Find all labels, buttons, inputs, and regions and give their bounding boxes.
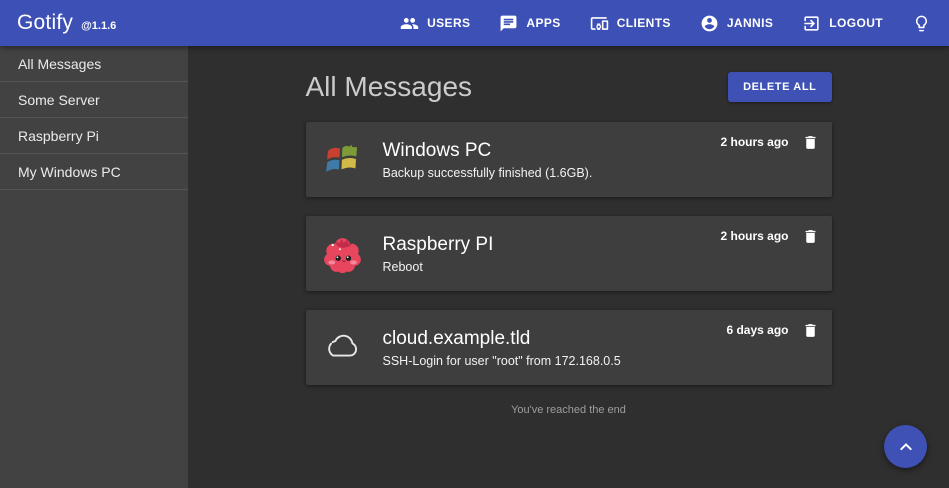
end-of-list-text: You've reached the end [306, 404, 832, 416]
nav-item-label: LOGOUT [829, 16, 883, 30]
sidebar-item-my-windows-pc[interactable]: My Windows PC [0, 154, 188, 190]
message-body: SSH-Login for user "root" from 172.168.0… [383, 354, 621, 368]
sidebar-item-label: Some Server [18, 92, 100, 108]
sidebar: All Messages Some Server Raspberry Pi My… [0, 46, 188, 488]
account-circle-icon [700, 14, 719, 33]
cloud-icon [322, 327, 363, 368]
delete-all-button[interactable]: DELETE ALL [728, 72, 831, 102]
scroll-to-top-button[interactable] [884, 425, 927, 468]
message-meta: 6 days ago [726, 321, 818, 340]
navbar: Gotify @1.1.6 USERS APPS CLIENTS JANNIS [0, 0, 949, 46]
users-icon [400, 14, 419, 33]
raspberry-icon [322, 233, 363, 274]
nav-item-label: APPS [526, 16, 560, 30]
brand: Gotify @1.1.6 [17, 11, 116, 35]
message-text: cloud.example.tld SSH-Login for user "ro… [383, 328, 621, 368]
nav-item-user-jannis[interactable]: JANNIS [700, 14, 773, 33]
lightbulb-icon [912, 14, 931, 33]
message-text: Raspberry PI Reboot [383, 234, 494, 274]
message-body: Reboot [383, 260, 494, 274]
nav-item-label: CLIENTS [617, 16, 671, 30]
message-title: Windows PC [383, 140, 593, 162]
delete-message-button[interactable] [802, 321, 819, 340]
message-time: 6 days ago [726, 323, 788, 337]
sidebar-item-label: Raspberry Pi [18, 128, 99, 144]
message-card: cloud.example.tld SSH-Login for user "ro… [306, 310, 832, 385]
message-body: Backup successfully finished (1.6GB). [383, 166, 593, 180]
delete-message-button[interactable] [802, 227, 819, 246]
trash-icon [802, 227, 819, 246]
content-header: All Messages DELETE ALL [306, 71, 832, 103]
devices-icon [590, 14, 609, 33]
message-title: Raspberry PI [383, 234, 494, 256]
message-meta: 2 hours ago [720, 133, 818, 152]
nav-item-logout[interactable]: LOGOUT [802, 14, 883, 33]
chevron-up-icon [894, 435, 918, 459]
trash-icon [802, 133, 819, 152]
main-content: All Messages DELETE ALL Win [188, 46, 949, 488]
trash-icon [802, 321, 819, 340]
sidebar-item-some-server[interactable]: Some Server [0, 82, 188, 118]
message-card: Windows PC Backup successfully finished … [306, 122, 832, 197]
message-title: cloud.example.tld [383, 328, 621, 350]
sidebar-item-label: My Windows PC [18, 164, 121, 180]
page-title: All Messages [306, 71, 473, 103]
sidebar-item-all-messages[interactable]: All Messages [0, 46, 188, 82]
windows-icon [322, 139, 363, 180]
sidebar-item-raspberry-pi[interactable]: Raspberry Pi [0, 118, 188, 154]
message-list: Windows PC Backup successfully finished … [306, 122, 832, 385]
message-meta: 2 hours ago [720, 227, 818, 246]
nav-item-label: JANNIS [727, 16, 773, 30]
theme-toggle-button[interactable] [912, 14, 931, 33]
nav-item-users[interactable]: USERS [400, 14, 470, 33]
message-time: 2 hours ago [720, 229, 788, 243]
chat-icon [499, 14, 518, 33]
sidebar-item-label: All Messages [18, 56, 101, 72]
app-root: Gotify @1.1.6 USERS APPS CLIENTS JANNIS [0, 0, 949, 488]
logout-icon [802, 14, 821, 33]
nav-item-apps[interactable]: APPS [499, 14, 560, 33]
app-title: Gotify [17, 11, 73, 35]
nav-item-clients[interactable]: CLIENTS [590, 14, 671, 33]
message-card: Raspberry PI Reboot 2 hours ago [306, 216, 832, 291]
navbar-menu: USERS APPS CLIENTS JANNIS LOGOUT [371, 14, 931, 33]
app-version: @1.1.6 [81, 20, 116, 32]
message-time: 2 hours ago [720, 135, 788, 149]
nav-item-label: USERS [427, 16, 470, 30]
message-text: Windows PC Backup successfully finished … [383, 140, 593, 180]
delete-message-button[interactable] [802, 133, 819, 152]
